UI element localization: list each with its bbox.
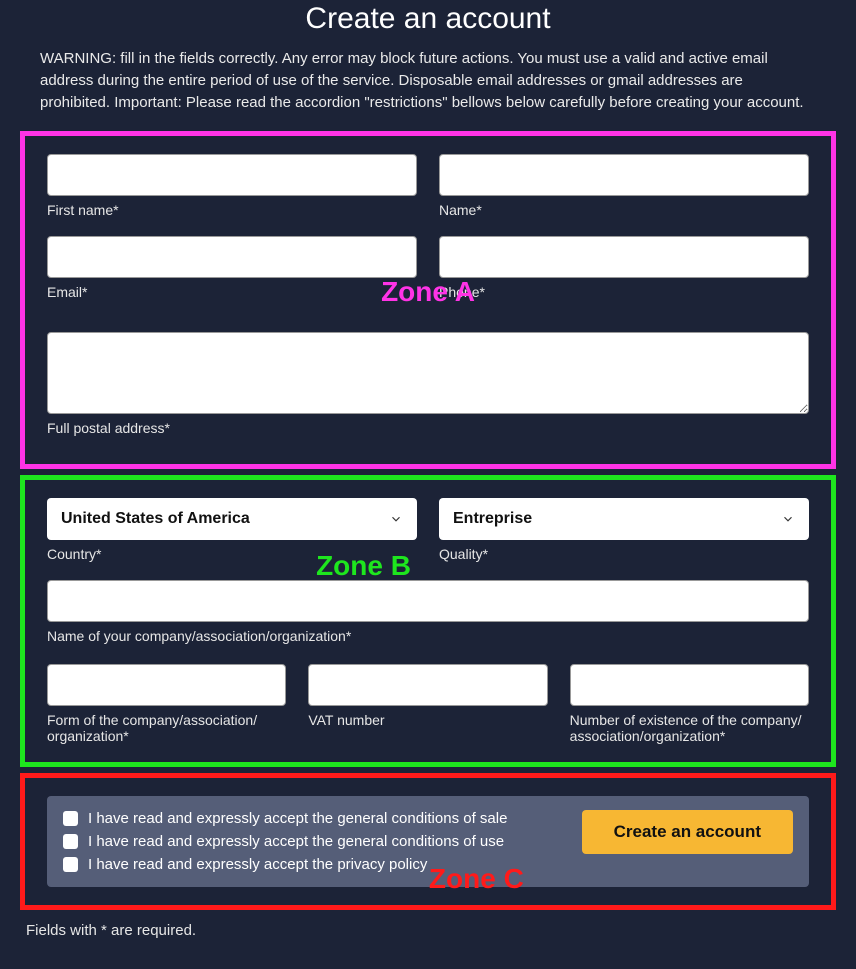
warning-text: WARNING: fill in the fields correctly. A… [40, 48, 816, 113]
existence-number-input[interactable] [570, 664, 809, 706]
company-form-input[interactable] [47, 664, 286, 706]
quality-label: Quality* [439, 546, 809, 562]
check-privacy-box[interactable] [63, 857, 78, 872]
chevron-down-icon [389, 512, 403, 526]
company-form-label: Form of the company/association/ organiz… [47, 712, 286, 744]
phone-label: Phone* [439, 284, 809, 300]
existence-number-label: Number of existence of the company/ asso… [570, 712, 809, 744]
check-use[interactable]: I have read and expressly accept the gen… [63, 833, 507, 850]
check-use-label: I have read and expressly accept the gen… [88, 833, 504, 850]
quality-select[interactable]: Entreprise [439, 498, 809, 540]
check-sale-label: I have read and expressly accept the gen… [88, 810, 507, 827]
first-name-input[interactable] [47, 154, 417, 196]
zone-b: Zone B United States of America Country*… [20, 475, 836, 767]
postal-address-input[interactable] [47, 332, 809, 414]
country-value: United States of America [61, 510, 250, 528]
country-select[interactable]: United States of America [47, 498, 417, 540]
quality-value: Entreprise [453, 510, 532, 528]
check-privacy-label: I have read and expressly accept the pri… [88, 856, 427, 873]
check-privacy[interactable]: I have read and expressly accept the pri… [63, 856, 507, 873]
vat-number-label: VAT number [308, 712, 547, 728]
country-label: Country* [47, 546, 417, 562]
name-input[interactable] [439, 154, 809, 196]
company-name-input[interactable] [47, 580, 809, 622]
email-input[interactable] [47, 236, 417, 278]
vat-number-input[interactable] [308, 664, 547, 706]
check-sale-box[interactable] [63, 811, 78, 826]
postal-address-label: Full postal address* [47, 420, 809, 436]
agree-panel: I have read and expressly accept the gen… [47, 796, 809, 887]
email-label: Email* [47, 284, 417, 300]
name-label: Name* [439, 202, 809, 218]
zone-c: Zone C I have read and expressly accept … [20, 773, 836, 910]
check-sale[interactable]: I have read and expressly accept the gen… [63, 810, 507, 827]
chevron-down-icon [781, 512, 795, 526]
required-footnote: Fields with * are required. [26, 922, 830, 939]
check-use-box[interactable] [63, 834, 78, 849]
company-name-label: Name of your company/association/organiz… [47, 628, 809, 644]
page-title: Create an account [20, 2, 836, 36]
first-name-label: First name* [47, 202, 417, 218]
phone-input[interactable] [439, 236, 809, 278]
zone-a: Zone A First name* Name* Email* Phone* F… [20, 131, 836, 469]
create-account-button[interactable]: Create an account [582, 810, 793, 854]
